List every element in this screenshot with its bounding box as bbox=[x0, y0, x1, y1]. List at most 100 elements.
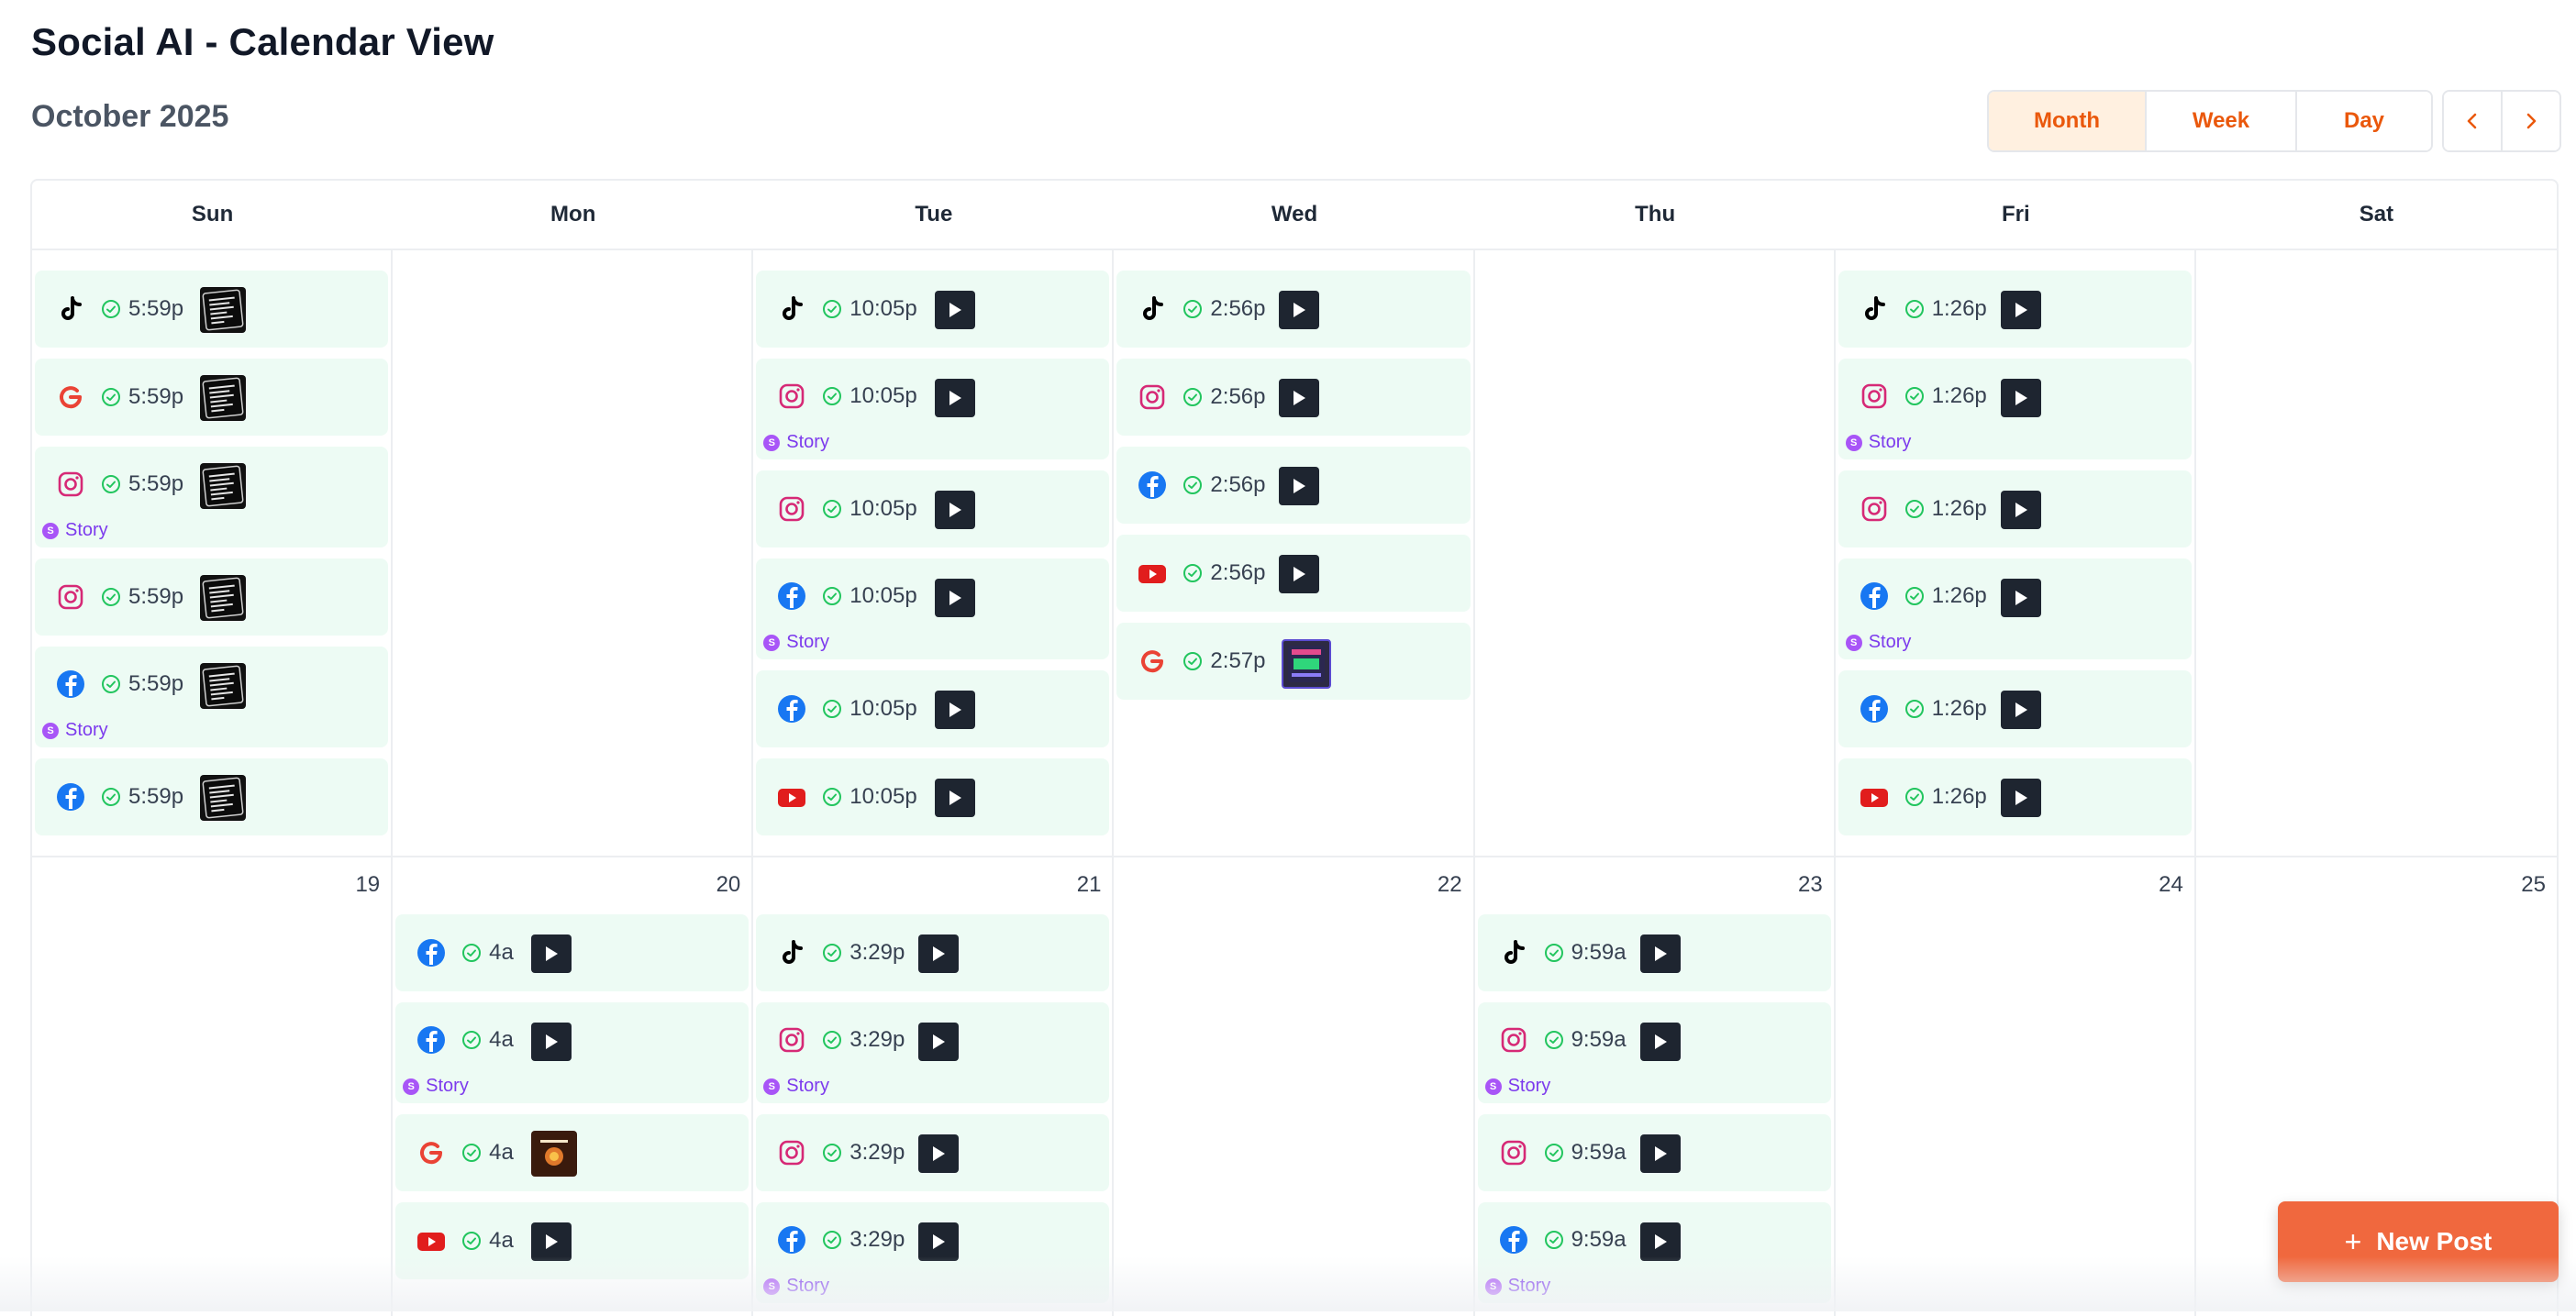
video-thumbnail[interactable] bbox=[1639, 1134, 1681, 1173]
post-card[interactable]: 1:26p bbox=[1838, 271, 2192, 348]
weekday-label: Wed bbox=[1271, 202, 1318, 227]
post-card[interactable]: 9:59a bbox=[1477, 1114, 1831, 1191]
post-card[interactable]: 2:56p bbox=[1116, 271, 1471, 348]
post-card[interactable]: 10:05p bbox=[756, 758, 1110, 835]
video-thumbnail[interactable] bbox=[531, 1222, 572, 1261]
video-thumbnail[interactable] bbox=[918, 1023, 960, 1061]
post-card[interactable]: 5:59p bbox=[35, 359, 389, 436]
video-thumbnail[interactable] bbox=[2000, 379, 2041, 417]
video-thumbnail[interactable] bbox=[2000, 491, 2041, 529]
post-card[interactable]: 1:26p S Story bbox=[1838, 359, 2192, 459]
image-thumbnail[interactable] bbox=[200, 663, 246, 709]
day-cell[interactable]: 20 4a 4a S Story 4a 4a bbox=[393, 857, 754, 1316]
post-card[interactable]: 3:29p S Story bbox=[756, 1202, 1110, 1303]
day-cell[interactable]: 24 bbox=[1836, 857, 2196, 1316]
image-thumbnail[interactable] bbox=[200, 775, 246, 821]
post-card[interactable]: 10:05p bbox=[756, 271, 1110, 348]
week-view-button[interactable]: Week bbox=[2147, 92, 2297, 150]
instagram-icon bbox=[1859, 493, 1890, 525]
day-cell[interactable]: 5:59p 5:59p 5:59p S Story 5:59p 5:59p S Story 5:5… bbox=[32, 250, 394, 856]
day-cell[interactable]: 1:26p 1:26p S Story 1:26p 1:26p S Story 1:26p 1:2… bbox=[1836, 250, 2196, 856]
video-thumbnail[interactable] bbox=[1639, 1023, 1681, 1061]
video-thumbnail[interactable] bbox=[935, 291, 976, 329]
video-thumbnail[interactable] bbox=[1639, 1222, 1681, 1261]
post-card[interactable]: 9:59a bbox=[1477, 914, 1831, 991]
post-card[interactable]: 4a bbox=[395, 1114, 749, 1191]
post-card[interactable]: 2:56p bbox=[1116, 447, 1471, 524]
video-thumbnail[interactable] bbox=[918, 1134, 960, 1173]
post-card[interactable]: 1:26p bbox=[1838, 758, 2192, 835]
video-thumbnail[interactable] bbox=[1279, 291, 1320, 329]
previous-button[interactable] bbox=[2444, 92, 2501, 150]
image-thumbnail[interactable] bbox=[200, 463, 246, 509]
image-thumbnail[interactable] bbox=[531, 1131, 578, 1177]
video-thumbnail[interactable] bbox=[2000, 779, 2041, 817]
day-cell[interactable]: 2:56p 2:56p 2:56p 2:56p 2:57p bbox=[1114, 250, 1475, 856]
video-thumbnail[interactable] bbox=[1279, 379, 1320, 417]
facebook-icon bbox=[55, 781, 86, 813]
image-thumbnail[interactable] bbox=[200, 575, 246, 621]
status-check-icon bbox=[822, 586, 842, 606]
status-check-icon bbox=[822, 499, 842, 519]
video-thumbnail[interactable] bbox=[935, 691, 976, 729]
day-view-button[interactable]: Day bbox=[2297, 92, 2431, 150]
post-card[interactable]: 10:05p S Story bbox=[756, 359, 1110, 459]
day-cell[interactable] bbox=[393, 250, 754, 856]
day-cell[interactable]: 21 3:29p 3:29p S Story 3:29p 3:29p S Story bbox=[753, 857, 1115, 1316]
story-label: Story bbox=[65, 520, 108, 540]
post-card[interactable]: 5:59p S Story bbox=[35, 647, 389, 747]
post-card[interactable]: 1:26p bbox=[1838, 470, 2192, 547]
post-card[interactable]: 5:59p bbox=[35, 558, 389, 636]
post-time: 1:26p bbox=[1931, 784, 1987, 809]
image-thumbnail[interactable] bbox=[200, 375, 246, 421]
day-cell[interactable]: 23 9:59a 9:59a S Story 9:59a 9:59a S Story bbox=[1475, 857, 1836, 1316]
post-card[interactable]: 9:59a S Story bbox=[1477, 1202, 1831, 1303]
post-card[interactable]: 2:56p bbox=[1116, 535, 1471, 612]
video-thumbnail[interactable] bbox=[2000, 291, 2041, 329]
post-card[interactable]: 1:26p S Story bbox=[1838, 558, 2192, 659]
post-card[interactable]: 4a S Story bbox=[395, 1002, 749, 1103]
post-card[interactable]: 2:57p bbox=[1116, 623, 1471, 700]
post-card[interactable]: 5:59p bbox=[35, 271, 389, 348]
post-card[interactable]: 5:59p bbox=[35, 758, 389, 835]
post-row: 4a bbox=[416, 1002, 749, 1078]
post-card[interactable]: 10:05p bbox=[756, 470, 1110, 547]
video-thumbnail[interactable] bbox=[1279, 467, 1320, 505]
video-thumbnail[interactable] bbox=[935, 379, 976, 417]
video-thumbnail[interactable] bbox=[918, 934, 960, 973]
post-card[interactable]: 5:59p S Story bbox=[35, 447, 389, 547]
status-check-icon bbox=[1544, 943, 1564, 963]
day-number: 25 bbox=[2521, 872, 2546, 897]
video-thumbnail[interactable] bbox=[2000, 691, 2041, 729]
new-post-button[interactable]: + New Post bbox=[2278, 1201, 2559, 1282]
day-cell[interactable]: 19 bbox=[32, 857, 394, 1316]
video-thumbnail[interactable] bbox=[935, 779, 976, 817]
day-cell[interactable]: 22 bbox=[1114, 857, 1475, 1316]
post-card[interactable]: 4a bbox=[395, 1202, 749, 1279]
next-button[interactable] bbox=[2501, 92, 2559, 150]
weekday-label: Thu bbox=[1635, 202, 1676, 227]
video-thumbnail[interactable] bbox=[935, 491, 976, 529]
video-thumbnail[interactable] bbox=[531, 934, 572, 973]
post-card[interactable]: 3:29p S Story bbox=[756, 1002, 1110, 1103]
video-thumbnail[interactable] bbox=[935, 579, 976, 617]
video-thumbnail[interactable] bbox=[918, 1222, 960, 1261]
video-thumbnail[interactable] bbox=[531, 1023, 572, 1061]
post-card[interactable]: 4a bbox=[395, 914, 749, 991]
image-thumbnail[interactable] bbox=[200, 287, 246, 333]
post-card[interactable]: 2:56p bbox=[1116, 359, 1471, 436]
image-thumbnail[interactable] bbox=[1282, 639, 1332, 689]
day-cell[interactable] bbox=[2196, 250, 2557, 856]
post-card[interactable]: 1:26p bbox=[1838, 670, 2192, 747]
post-card[interactable]: 9:59a S Story bbox=[1477, 1002, 1831, 1103]
video-thumbnail[interactable] bbox=[1639, 934, 1681, 973]
post-card[interactable]: 3:29p bbox=[756, 1114, 1110, 1191]
video-thumbnail[interactable] bbox=[1279, 555, 1320, 593]
day-cell[interactable]: 10:05p 10:05p S Story 10:05p 10:05p S Story 10:0… bbox=[753, 250, 1115, 856]
post-card[interactable]: 10:05p S Story bbox=[756, 558, 1110, 659]
month-view-button[interactable]: Month bbox=[1989, 92, 2147, 150]
video-thumbnail[interactable] bbox=[2000, 579, 2041, 617]
post-card[interactable]: 3:29p bbox=[756, 914, 1110, 991]
day-cell[interactable] bbox=[1475, 250, 1836, 856]
post-card[interactable]: 10:05p bbox=[756, 670, 1110, 747]
